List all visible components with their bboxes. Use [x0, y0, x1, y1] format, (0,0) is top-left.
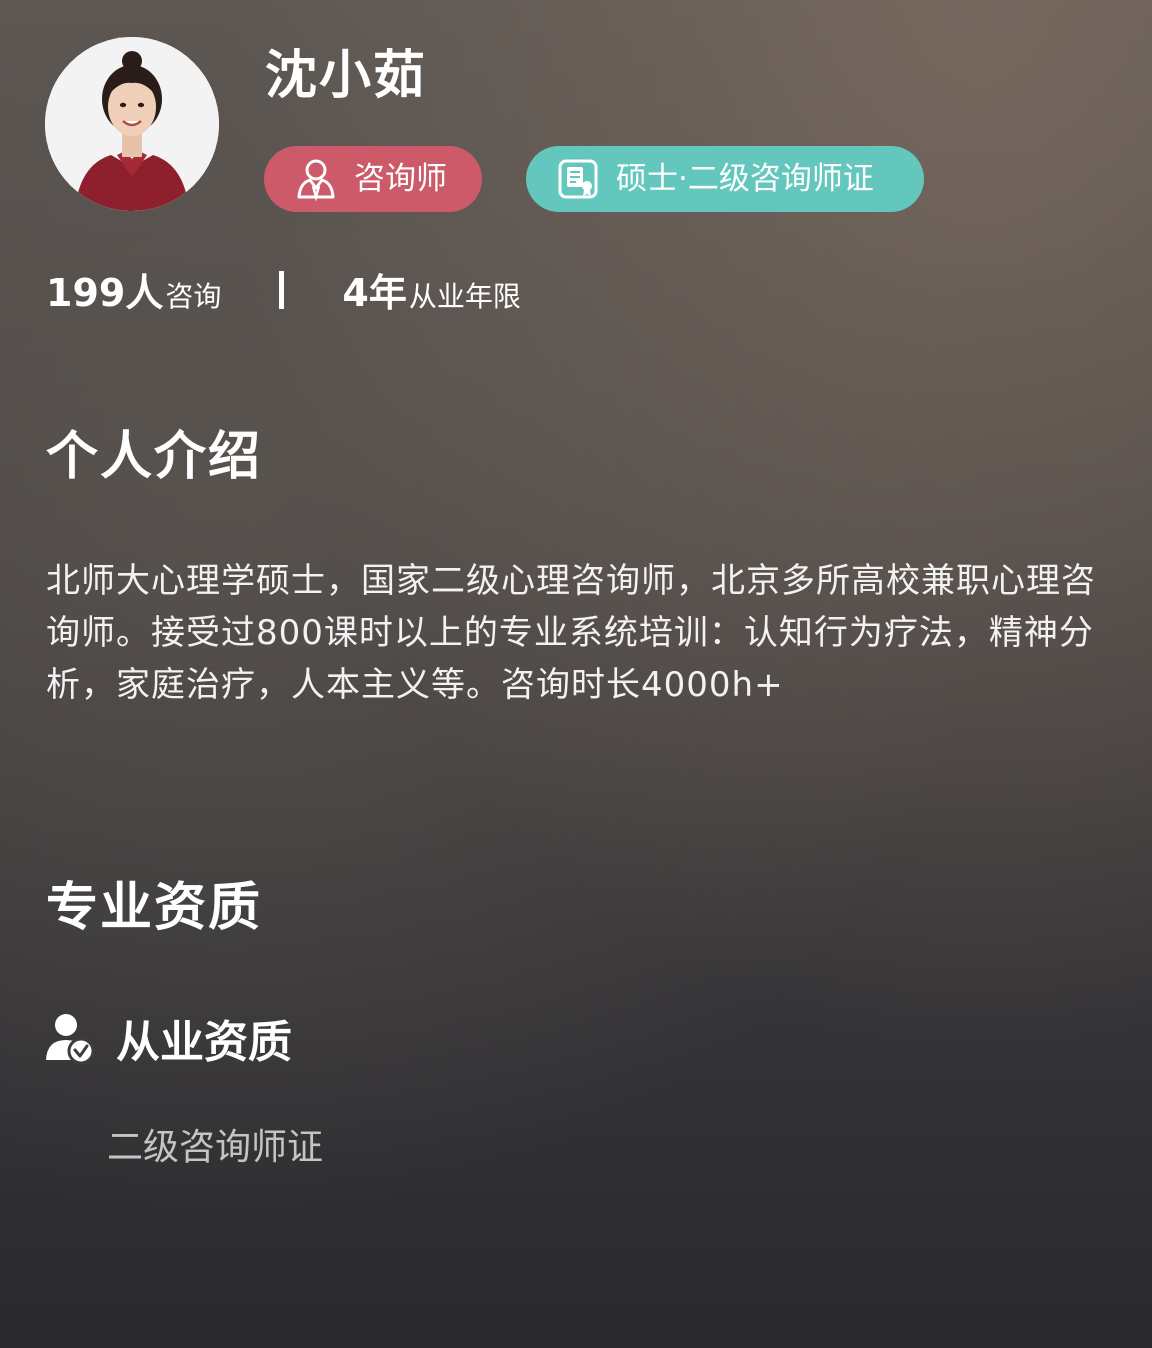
qualifications-section-title: 专业资质	[46, 878, 263, 938]
counselor-profile-page: 沈小茹 咨询师 硕士·二级咨询师证 199 人 咨询 4 年 从业年限 个人介绍…	[0, 0, 1152, 1348]
years-count: 4	[342, 271, 369, 315]
avatar-photo	[45, 37, 219, 211]
consult-unit: 人	[125, 271, 164, 315]
certificate-badge-label: 硕士·二级咨询师证	[616, 161, 874, 197]
certificate-badge: 硕士·二级咨询师证	[526, 146, 924, 212]
years-unit: 年	[368, 271, 407, 315]
verified-user-icon	[46, 1012, 95, 1065]
avatar[interactable]	[45, 37, 219, 211]
intro-section-title: 个人介绍	[46, 427, 263, 487]
certificate-icon	[556, 157, 600, 201]
qualification-subsection-title: 从业资质	[116, 1017, 292, 1068]
stats-row: 199 人 咨询 4 年 从业年限	[46, 262, 521, 318]
person-icon	[294, 157, 338, 202]
intro-text: 北师大心理学硕士，国家二级心理咨询师，北京多所高校兼职心理咨询师。接受过800课…	[46, 561, 1096, 705]
qualification-subsection-header: 从业资质	[46, 1006, 292, 1070]
consult-count: 199	[46, 271, 126, 315]
role-badge-label: 咨询师	[354, 161, 447, 197]
consult-label: 咨询	[165, 280, 222, 313]
role-badge: 咨询师	[264, 146, 482, 212]
qualification-item: 二级咨询师证	[107, 1127, 324, 1168]
years-label: 从业年限	[408, 280, 521, 313]
counselor-name: 沈小茹	[265, 46, 428, 106]
stats-divider	[279, 271, 285, 309]
